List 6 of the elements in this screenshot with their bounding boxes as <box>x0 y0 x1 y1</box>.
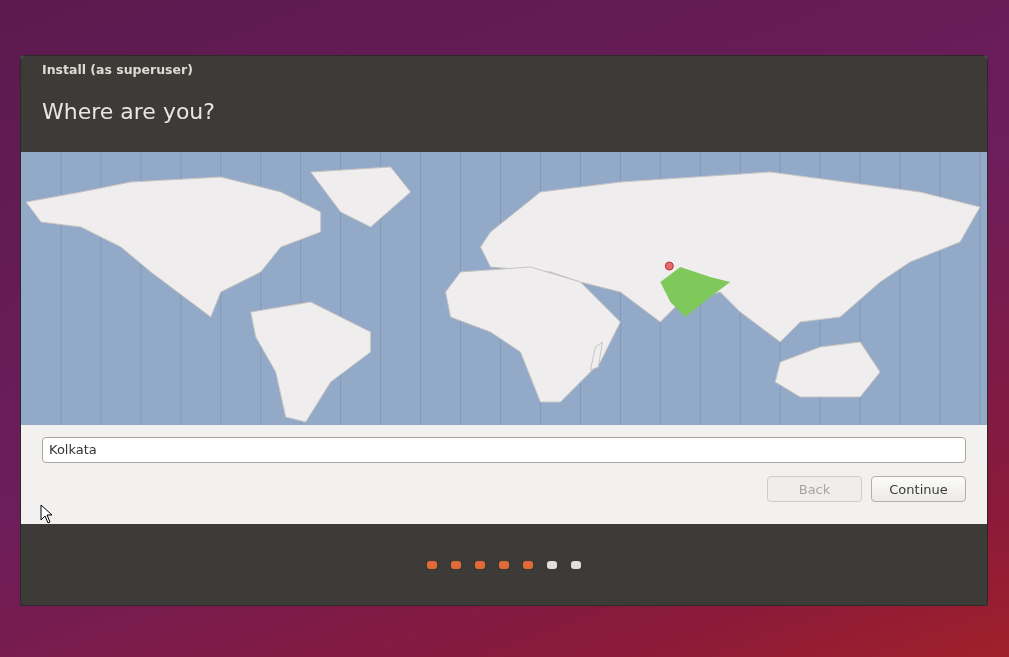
location-field[interactable]: Kolkata <box>42 437 966 463</box>
window-title: Install (as superuser) <box>42 62 194 77</box>
mouse-pointer-icon <box>40 504 54 524</box>
wizard-button[interactable]: Continue <box>871 476 966 502</box>
page-heading: Where are you? <box>42 99 216 124</box>
world-map-drawing[interactable] <box>21 152 987 425</box>
